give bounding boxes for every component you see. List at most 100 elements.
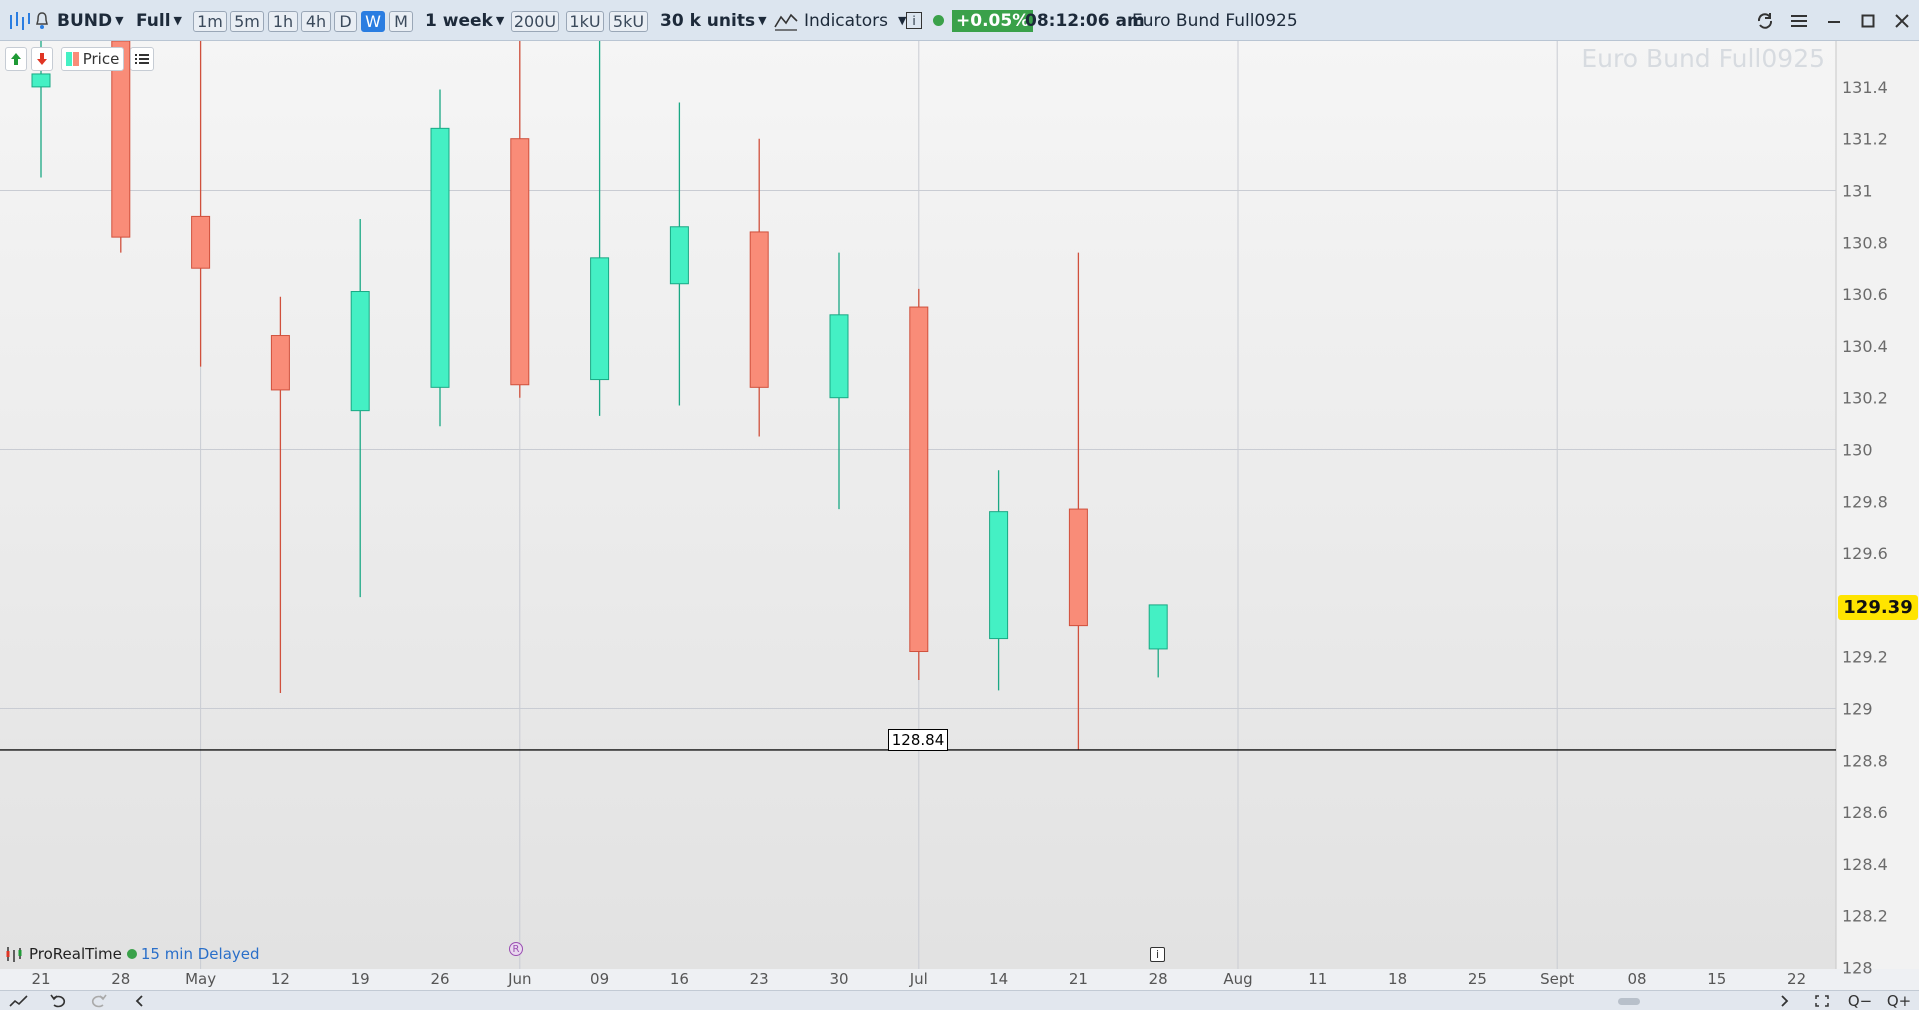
arrow-up-icon [11,53,21,65]
y-tick-label: 129 [1842,700,1873,719]
maximize-icon[interactable] [1859,12,1877,30]
indicators-button[interactable]: Indicators ▼ [774,0,906,41]
delay-label: 15 min Delayed [140,945,260,963]
sync-icon[interactable] [1756,12,1774,30]
chevron-down-icon: ▼ [115,14,124,27]
redo-icon[interactable] [89,991,109,1011]
fullscreen-icon[interactable] [1812,991,1832,1011]
units-select[interactable]: 30 k units ▼ [660,0,767,41]
candle-body [749,231,769,388]
x-tick-label: 08 [1627,970,1646,988]
bottom-toolbar: Q− Q+ [0,990,1919,1010]
candle-body [829,314,849,399]
candle-body [669,226,689,285]
x-tick-label: 12 [271,970,290,988]
timeframe-d[interactable]: D [334,11,357,32]
event-marker-i[interactable]: i [1150,947,1165,962]
pencil-icon[interactable] [6,991,32,1011]
info-icon: i [906,12,922,29]
y-tick-label: 128.8 [1842,751,1888,770]
y-tick-label: 130.6 [1842,285,1888,304]
list-icon [135,54,149,64]
chart-watermark: Euro Bund Full0925 [1581,44,1825,73]
chevron-down-icon: ▼ [173,14,182,27]
x-tick-label: 21 [1069,970,1088,988]
minimize-icon[interactable] [1825,12,1843,30]
range-label: Full [136,10,171,31]
y-tick-label: 128.6 [1842,803,1888,822]
change-badge: +0.05% [952,0,1034,41]
x-tick-label: 14 [989,970,1008,988]
arrow-down-icon [37,53,47,65]
y-tick-label: 131.2 [1842,130,1888,149]
price-swatch-icon [65,52,72,66]
close-icon[interactable] [1893,12,1911,30]
price-swatch-icon [72,52,79,66]
period-select[interactable]: 1 week ▼ [425,0,504,41]
chart-type-icon[interactable] [8,0,34,41]
x-tick-label: Jun [507,970,531,988]
menu-icon[interactable] [1790,12,1808,30]
alert-bell-icon[interactable] [35,0,49,41]
zoom-out-button[interactable]: Q− [1846,991,1874,1011]
y-tick-label: 130.8 [1842,233,1888,252]
zoom-in-button[interactable]: Q+ [1885,991,1913,1011]
x-tick-label: Jul [909,970,928,988]
undo-icon[interactable] [48,991,68,1011]
price-series-button[interactable]: Price [61,47,124,71]
units-label: 30 k units [660,10,756,31]
candle-body [191,215,211,269]
delay-status-icon [126,949,137,959]
event-marker-r[interactable]: R [509,942,523,956]
symbol-label: BUND [57,10,113,31]
timeframe-5m[interactable]: 5m [230,11,264,32]
y-tick-label: 128.2 [1842,907,1888,926]
scrollbar-thumb[interactable] [1618,998,1640,1005]
units-200u[interactable]: 200U [511,11,559,32]
y-tick-label: 131.4 [1842,78,1888,97]
buy-arrow-button[interactable] [5,47,27,71]
timeframe-w[interactable]: W [361,11,385,32]
x-tick-label: 28 [1149,970,1168,988]
x-tick-label: 21 [31,970,50,988]
price-chart[interactable]: 131.4 131.2 131 130.8 130.6 130.4 130.2 130 129.… [0,41,1919,1010]
x-tick-label: 16 [670,970,689,988]
low-price-label: 128.84 [888,729,948,751]
range-select[interactable]: Full ▼ [136,0,182,41]
x-tick-label: May [185,970,216,988]
prorealtime-logo-icon [6,947,22,962]
y-tick-label: 129.6 [1842,544,1888,563]
chevron-right-icon[interactable] [1777,991,1793,1011]
last-price-badge: 129.39 [1838,595,1918,620]
units-5ku[interactable]: 5kU [609,11,648,32]
sell-arrow-button[interactable] [31,47,53,71]
x-tick-label: 26 [430,970,449,988]
y-tick-label: 131 [1842,182,1873,201]
change-value: +0.05% [952,9,1034,32]
candle[interactable] [909,288,929,681]
timeframe-4h[interactable]: 4h [301,11,331,32]
timeframe-1m[interactable]: 1m [193,11,227,32]
candle[interactable] [111,41,131,253]
units-1ku[interactable]: 1kU [566,11,604,32]
x-tick-label: 23 [750,970,769,988]
x-tick-label: 15 [1707,970,1726,988]
symbol-select[interactable]: BUND ▼ [57,0,124,41]
horizontal-scrollbar[interactable] [158,991,1778,1011]
timeframe-1h[interactable]: 1h [268,11,298,32]
info-button[interactable]: i [906,0,922,41]
chevron-left-icon[interactable] [131,991,147,1011]
period-label: 1 week [425,10,493,31]
brand-name: ProRealTime [29,945,122,963]
chevron-down-icon: ▼ [495,14,505,27]
instrument-name: Euro Bund Full0925 [1132,10,1298,31]
candle[interactable] [430,89,450,427]
x-tick-label: 19 [351,970,370,988]
y-tick-label: 130.2 [1842,389,1888,408]
series-list-button[interactable] [130,47,154,71]
candle-body [1148,604,1168,650]
x-tick-label: 25 [1468,970,1487,988]
status-dot-icon [933,0,944,41]
y-tick-label: 129.2 [1842,648,1888,667]
timeframe-m[interactable]: M [389,11,413,32]
